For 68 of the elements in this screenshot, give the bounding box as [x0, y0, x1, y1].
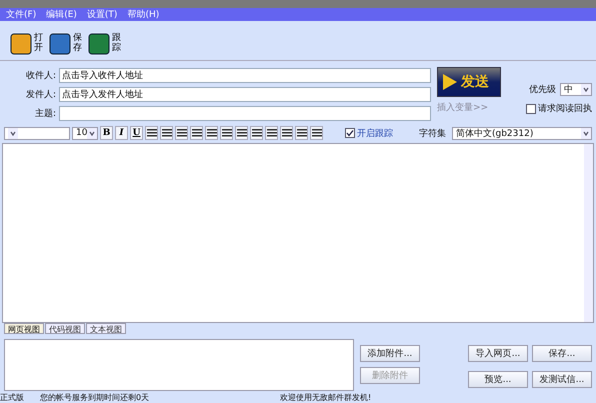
- status-text: 欢迎使用无敌邮件群发机!: [280, 393, 372, 402]
- format-button[interactable]: [235, 126, 248, 140]
- toolbar-icon: [146, 127, 157, 139]
- format-button[interactable]: B: [100, 126, 113, 140]
- scrollbar[interactable]: [584, 144, 593, 322]
- format-button[interactable]: [175, 126, 188, 140]
- format-button[interactable]: [220, 126, 233, 140]
- format-button[interactable]: [160, 126, 173, 140]
- toolbar-icon: [266, 127, 277, 139]
- format-button[interactable]: [295, 126, 308, 140]
- font-size-dropdown[interactable]: 10: [72, 126, 98, 140]
- view-tab[interactable]: 网页视图: [4, 323, 44, 334]
- toolbar-icon: [49, 32, 71, 54]
- status-text: 您的帐号服务到期时间还剩0天: [40, 393, 150, 402]
- toolbar-icon: [161, 127, 172, 139]
- format-button[interactable]: [205, 126, 218, 140]
- toolbar-icon: [296, 127, 307, 139]
- toolbar-button[interactable]: 保存: [49, 27, 82, 60]
- menu-item[interactable]: 文件(F): [6, 8, 36, 21]
- format-button[interactable]: [190, 126, 203, 140]
- toolbar-icon: [206, 127, 217, 139]
- subject-field[interactable]: [59, 106, 432, 120]
- toolbar-icon: [251, 127, 262, 139]
- checkbox[interactable]: [526, 104, 536, 114]
- format-button[interactable]: [280, 126, 293, 140]
- format-button[interactable]: [145, 126, 158, 140]
- toolbar-icon: [88, 32, 110, 54]
- priority-dropdown[interactable]: 中: [560, 83, 592, 96]
- toolbar-icon: [311, 127, 322, 139]
- recipient-field[interactable]: 点击导入收件人地址: [59, 68, 432, 82]
- send-button[interactable]: 发送: [437, 67, 502, 97]
- field-label: 收件人:: [24, 70, 56, 82]
- toolbar-icon: [176, 127, 187, 139]
- sender-field[interactable]: 点击导入发件人地址: [59, 86, 432, 102]
- format-button[interactable]: U: [130, 126, 143, 140]
- format-button[interactable]: [310, 126, 323, 140]
- toolbar-icon: [236, 127, 247, 139]
- attachment-button[interactable]: 添加附件...: [360, 345, 420, 362]
- toolbar-icon: [221, 127, 232, 139]
- action-button[interactable]: 导入网页...: [468, 345, 528, 362]
- status-text: 正式版: [0, 393, 25, 402]
- menu-item[interactable]: 设置(T): [86, 8, 118, 21]
- checkbox-label: 请求阅读回执: [538, 102, 592, 115]
- charset-label: 字符集: [419, 128, 446, 140]
- checkbox[interactable]: [345, 128, 355, 138]
- format-button[interactable]: [265, 126, 278, 140]
- checkbox-label: 开启跟踪: [357, 128, 393, 140]
- action-button[interactable]: 预览...: [468, 370, 528, 388]
- format-button[interactable]: I: [115, 126, 128, 140]
- format-button[interactable]: [250, 126, 263, 140]
- menu-item[interactable]: 帮助(H): [127, 8, 160, 21]
- toolbar-icon: [191, 127, 202, 139]
- toolbar-icon: [10, 32, 32, 54]
- field-label: 发件人:: [24, 88, 56, 100]
- menu-item[interactable]: 编辑(E): [46, 8, 77, 21]
- toolbar-button[interactable]: 跟踪: [88, 27, 121, 60]
- field-label: 主题:: [34, 108, 56, 120]
- play-icon: [442, 73, 458, 91]
- toolbar-icon: [281, 127, 292, 139]
- charset-dropdown[interactable]: 简体中文(gb2312): [452, 126, 592, 140]
- view-tab[interactable]: 代码视图: [45, 323, 85, 334]
- font-dropdown[interactable]: [4, 126, 70, 140]
- action-button[interactable]: 发测试信...: [532, 370, 592, 388]
- view-tab[interactable]: 文本视图: [86, 323, 126, 334]
- toolbar-button[interactable]: 打开: [10, 27, 43, 60]
- priority-label: 优先级: [529, 84, 556, 96]
- attachment-list[interactable]: [4, 339, 354, 391]
- action-button[interactable]: 保存...: [532, 345, 592, 362]
